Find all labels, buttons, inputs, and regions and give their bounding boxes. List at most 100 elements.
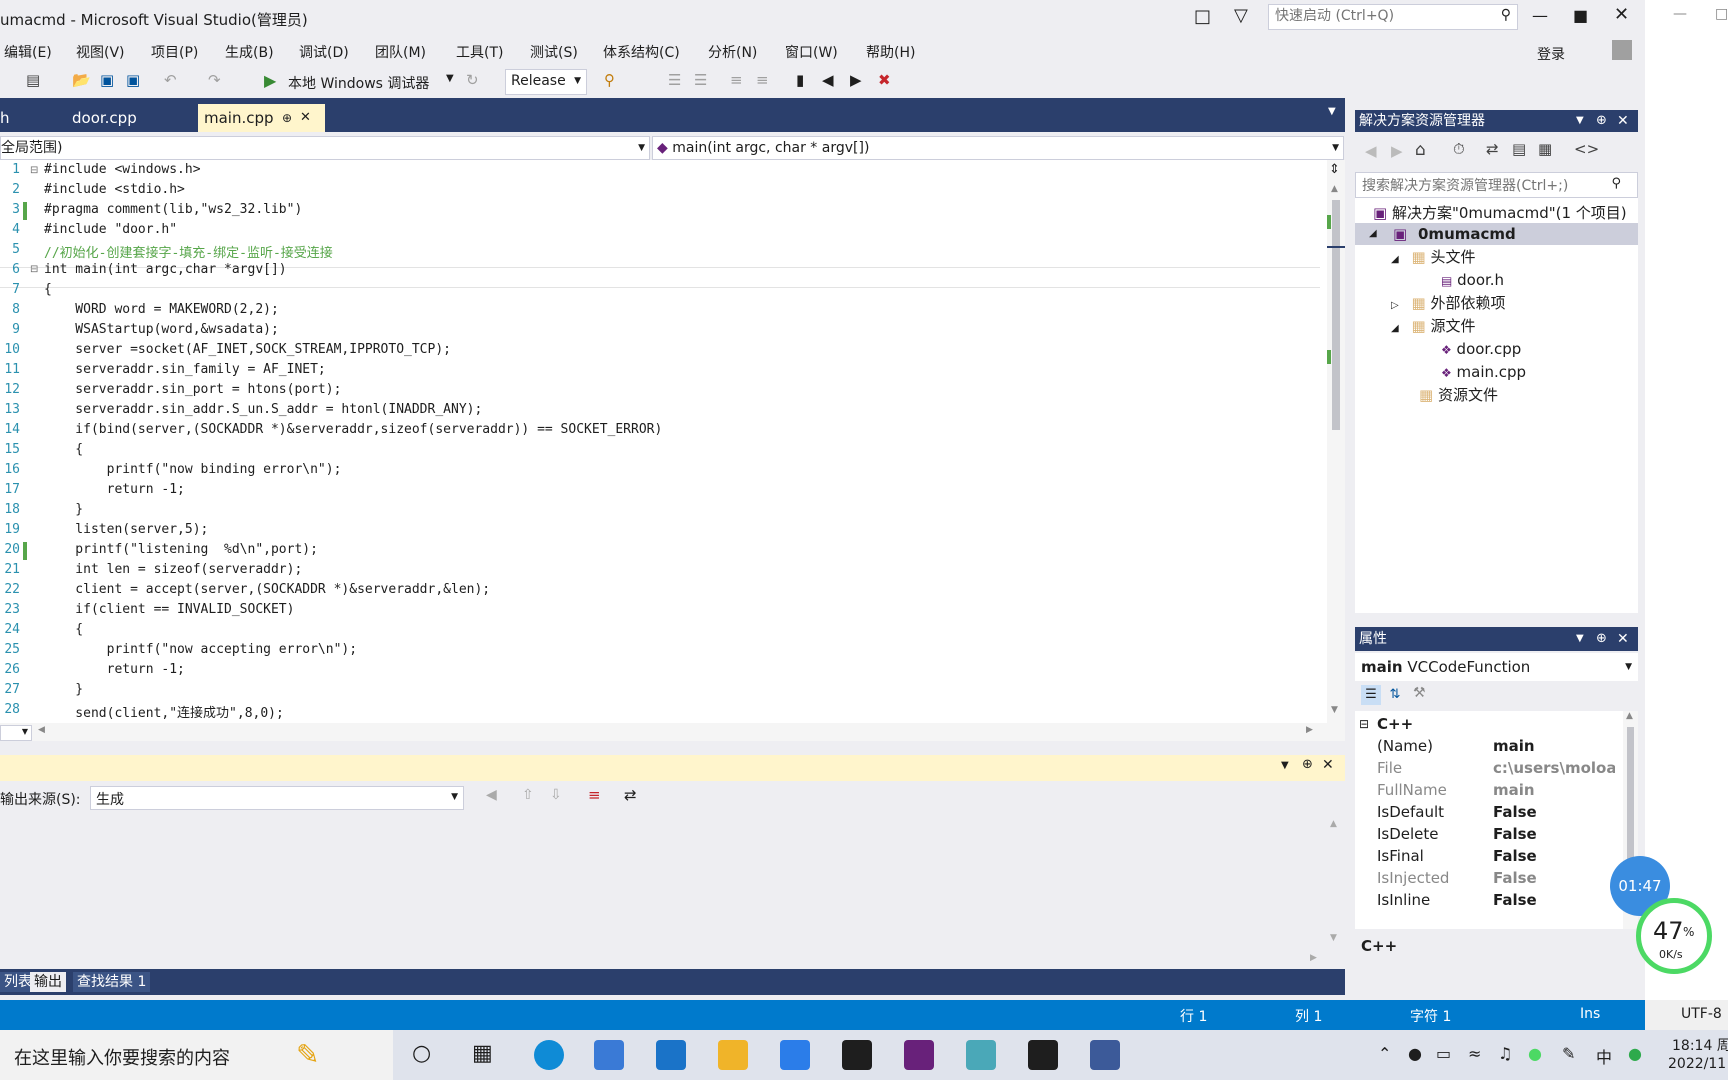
tab-list-chevron-icon[interactable]: ▼ xyxy=(1328,106,1336,117)
clock-time[interactable]: 18:14 周 xyxy=(1672,1035,1728,1055)
collapse-icon[interactable]: ⊟ xyxy=(1359,713,1369,735)
microphone-icon[interactable]: ● xyxy=(1408,1044,1422,1063)
close-tab-icon[interactable]: ✕ xyxy=(300,104,311,132)
open-file-icon[interactable]: 📂 xyxy=(72,71,91,89)
next-bookmark-icon[interactable]: ▶ xyxy=(850,71,862,89)
collapsed-icon[interactable]: ▷ xyxy=(1391,300,1399,311)
tree-item-project[interactable]: ◢ ▣ 0mumacmd xyxy=(1355,223,1638,245)
avatar-icon[interactable] xyxy=(1612,40,1632,60)
clock-date[interactable]: 2022/11 xyxy=(1668,1056,1726,1072)
feedback-icon[interactable]: □ xyxy=(1194,6,1211,27)
maximize-icon[interactable]: ■ xyxy=(1573,6,1588,25)
tree-item-resources[interactable]: ▦ 资源文件 xyxy=(1419,384,1498,406)
terminal-icon[interactable] xyxy=(842,1040,872,1070)
find-message-icon[interactable]: ◀ xyxy=(486,787,497,803)
scroll-up-icon[interactable]: ▲ xyxy=(1331,184,1338,194)
property-value[interactable]: c:\users\moloa\ xyxy=(1493,757,1615,779)
scroll-up-icon[interactable]: ▲ xyxy=(1330,819,1337,829)
scroll-up-icon[interactable]: ▲ xyxy=(1626,711,1633,721)
solution-config-select[interactable]: Release ▼ xyxy=(505,69,587,95)
properties-object-select[interactable]: main VCCodeFunction ▼ xyxy=(1355,653,1638,681)
clear-bookmarks-icon[interactable]: ✖ xyxy=(878,71,891,89)
close-panel-icon[interactable]: ✕ xyxy=(1617,627,1629,651)
property-row[interactable]: IsDelete False xyxy=(1355,823,1618,845)
expanded-icon[interactable]: ◢ xyxy=(1391,323,1399,334)
next-message-icon[interactable]: ⇩ xyxy=(550,787,562,803)
property-grid[interactable]: ⊟ C++ (Name) main File c:\users\moloa\ F… xyxy=(1355,711,1638,929)
tree-item-door-h[interactable]: ▤ door.h xyxy=(1441,269,1504,291)
minimize-icon[interactable]: — xyxy=(1532,6,1548,25)
property-value[interactable]: False xyxy=(1493,823,1615,845)
clear-all-icon[interactable]: ≡ xyxy=(588,786,601,804)
close-panel-icon[interactable]: ✕ xyxy=(1322,757,1334,773)
visual-studio-icon[interactable] xyxy=(904,1040,934,1070)
ime-indicator[interactable]: 中 xyxy=(1596,1044,1612,1068)
chevron-down-icon[interactable]: ▼ xyxy=(446,73,454,84)
property-row[interactable]: File c:\users\moloa\ xyxy=(1355,757,1618,779)
home-icon[interactable]: ⌂ xyxy=(1415,140,1426,160)
property-row[interactable]: FullName main xyxy=(1355,779,1618,801)
panel-menu-chevron-icon[interactable]: ▼ xyxy=(1281,760,1289,771)
wifi-icon[interactable]: ≈ xyxy=(1468,1044,1481,1063)
tab-main-cpp[interactable]: main.cpp ⊕ ✕ xyxy=(198,104,325,132)
cmd-icon[interactable] xyxy=(1028,1040,1058,1070)
output-text-area[interactable]: ▲ ▼ ▶ xyxy=(0,815,1345,970)
solution-explorer-search[interactable]: ⚲ xyxy=(1355,172,1638,199)
tab-door-cpp[interactable]: door.cpp xyxy=(72,104,137,132)
save-icon[interactable]: ▣ xyxy=(100,71,114,89)
feishu-icon[interactable] xyxy=(780,1040,810,1070)
run-debugger-button[interactable]: 本地 Windows 调试器 xyxy=(288,73,429,93)
menu-team[interactable]: 团队(M) xyxy=(375,42,426,62)
pin-icon[interactable]: ⊕ xyxy=(1596,110,1607,132)
outdent-icon[interactable]: ≡ xyxy=(756,71,769,89)
editor-vertical-scrollbar[interactable]: ⇕ ▲ ▼ xyxy=(1327,160,1345,723)
collapse-all-icon[interactable]: ▤ xyxy=(1512,140,1526,158)
menu-window[interactable]: 窗口(W) xyxy=(785,42,838,62)
word-wrap-icon[interactable]: ⇄ xyxy=(624,786,637,804)
member-dropdown[interactable]: ◆ main(int argc, char * argv[]) ▼ xyxy=(652,136,1344,160)
file-explorer-icon[interactable] xyxy=(718,1040,748,1070)
tree-item-headers[interactable]: ◢ ▦ 头文件 xyxy=(1391,246,1475,268)
alphabetical-icon[interactable]: ⇅ xyxy=(1385,685,1405,705)
align2-icon[interactable]: ☰ xyxy=(694,71,707,89)
sync-icon[interactable]: ⇄ xyxy=(1486,140,1499,158)
app-icon[interactable] xyxy=(1090,1040,1120,1070)
panel-menu-chevron-icon[interactable]: ▼ xyxy=(1576,110,1584,132)
pin-icon[interactable]: ⊕ xyxy=(1596,627,1607,651)
prev-message-icon[interactable]: ⇧ xyxy=(522,787,534,803)
tree-item-main-cpp[interactable]: ❖ main.cpp xyxy=(1441,361,1526,383)
property-value[interactable]: main xyxy=(1493,779,1615,801)
scroll-thumb[interactable] xyxy=(1332,200,1340,430)
align-icon[interactable]: ☰ xyxy=(668,71,681,89)
tray-app-icon[interactable]: ● xyxy=(1528,1044,1542,1063)
menu-test[interactable]: 测试(S) xyxy=(530,42,578,62)
mail-icon[interactable] xyxy=(656,1040,686,1070)
scroll-left-icon[interactable]: ◀ xyxy=(38,725,45,735)
forward-icon[interactable]: ▶ xyxy=(1391,142,1403,160)
close-icon[interactable]: ✕ xyxy=(1614,4,1629,25)
property-value[interactable]: False xyxy=(1493,867,1615,889)
menu-view[interactable]: 视图(V) xyxy=(76,42,125,62)
expanded-icon[interactable]: ◢ xyxy=(1391,254,1399,265)
solution-explorer-search-input[interactable] xyxy=(1356,173,1604,199)
menu-analyze[interactable]: 分析(N) xyxy=(708,42,757,62)
scope-dropdown[interactable]: 全局范围) ▼ xyxy=(0,136,650,160)
pin-icon[interactable]: ⊕ xyxy=(282,104,292,132)
categorized-icon[interactable]: ☰ xyxy=(1361,685,1381,705)
find-icon[interactable]: ⚲ xyxy=(604,71,615,89)
menu-edit[interactable]: 编辑(E) xyxy=(4,42,52,62)
filter-icon[interactable]: ▽ xyxy=(1234,5,1248,26)
save-all-icon[interactable]: ▣ xyxy=(126,71,140,89)
tab-output[interactable]: 输出 xyxy=(30,972,66,992)
property-row[interactable]: IsFinal False xyxy=(1355,845,1618,867)
property-value[interactable]: main xyxy=(1493,735,1615,757)
speed-meter-widget[interactable]: 47 % 0K/s xyxy=(1636,898,1712,974)
property-row[interactable]: IsInline False xyxy=(1355,889,1618,911)
search-icon[interactable]: ⚲ xyxy=(1611,176,1621,191)
output-source-select[interactable]: 生成 ▼ xyxy=(90,786,464,810)
menu-debug[interactable]: 调试(D) xyxy=(299,42,349,62)
property-value[interactable]: False xyxy=(1493,889,1615,911)
quick-launch-box[interactable]: ⚲ xyxy=(1268,4,1518,30)
login-link[interactable]: 登录 xyxy=(1537,44,1565,64)
menu-tools[interactable]: 工具(T) xyxy=(456,42,503,62)
